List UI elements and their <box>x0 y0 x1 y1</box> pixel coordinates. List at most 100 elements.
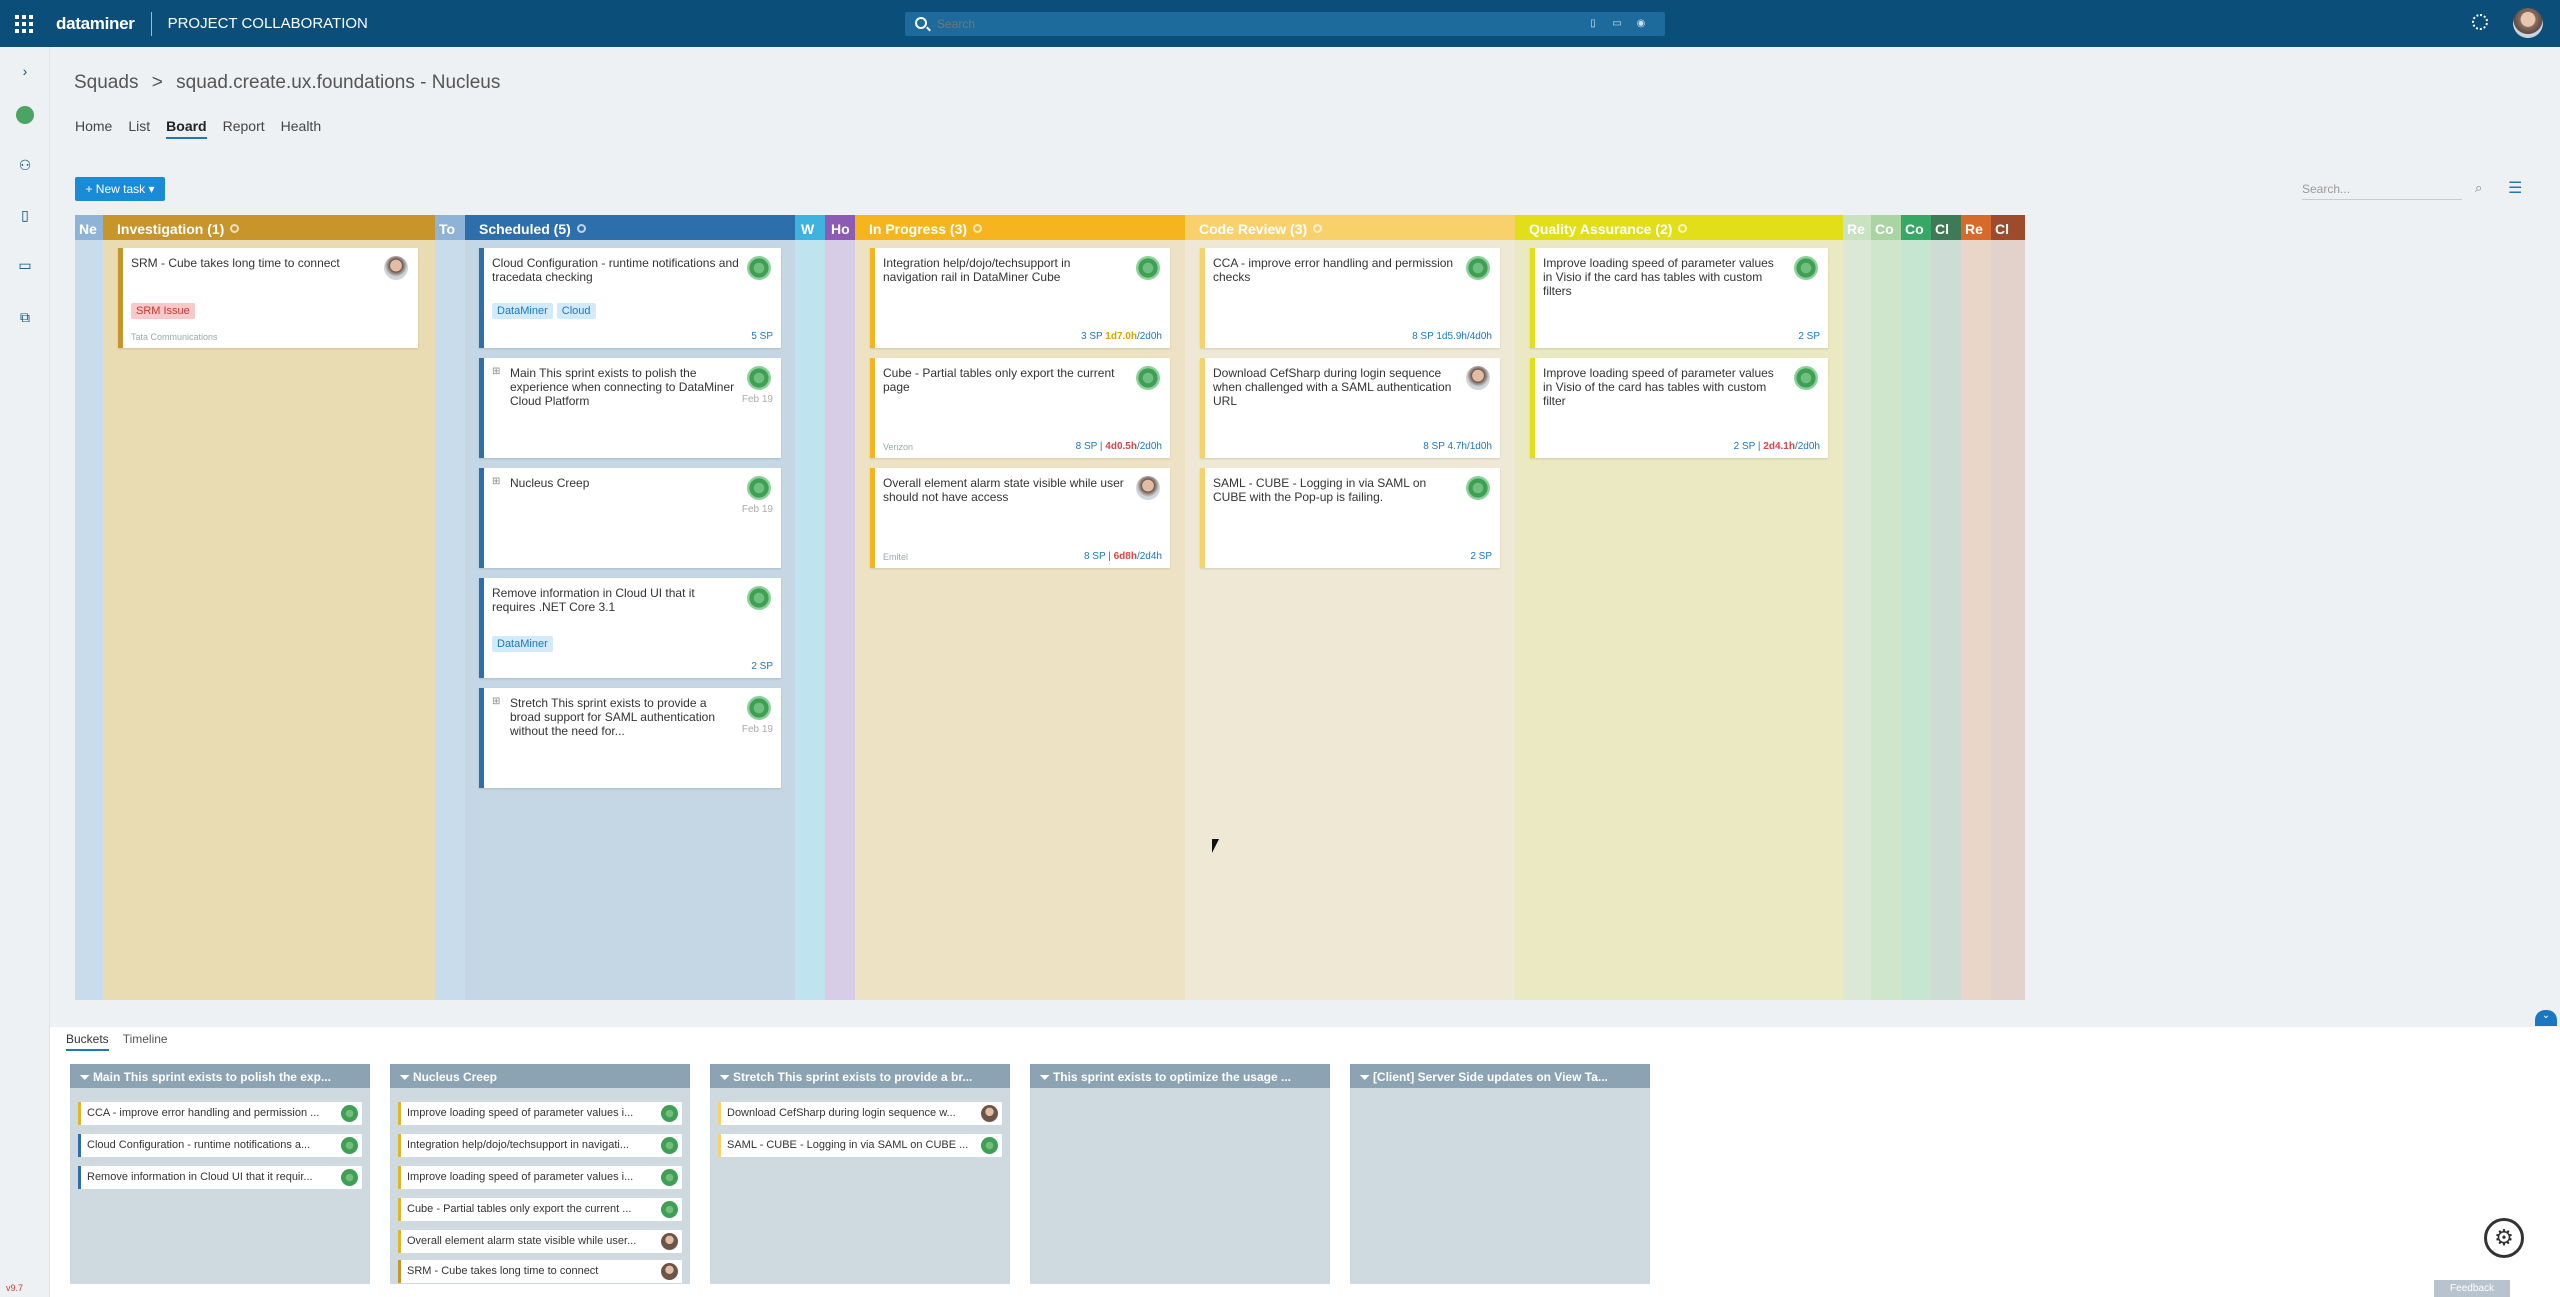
bucket-item[interactable]: SAML - CUBE - Logging in via SAML on CUB… <box>718 1134 1002 1157</box>
time-tracking: 3 SP 1d7.0h/2d0h <box>1081 331 1162 342</box>
task-card[interactable]: CCA - improve error handling and permiss… <box>1200 248 1500 348</box>
filter-settings-icon[interactable]: ☰ <box>2508 178 2528 197</box>
open-folder-icon[interactable]: ▭ <box>1611 18 1623 30</box>
tab-board[interactable]: Board <box>166 118 207 139</box>
user-avatar[interactable] <box>2513 8 2543 38</box>
folder-icon[interactable]: ▭ <box>15 255 35 275</box>
users-icon[interactable]: ⚇ <box>15 155 35 175</box>
bucket-item[interactable]: Cloud Configuration - runtime notificati… <box>78 1134 362 1157</box>
connection-icon[interactable]: ⧉ <box>15 307 35 327</box>
collapsed-column[interactable]: Co <box>1901 215 1931 1000</box>
assignee-avatar <box>1466 256 1490 280</box>
expand-chevron-icon[interactable]: › <box>15 61 35 81</box>
bucket-item[interactable]: Remove information in Cloud UI that it r… <box>78 1166 362 1189</box>
bucket-header[interactable]: ⏷ This sprint exists to optimize the usa… <box>1030 1064 1330 1088</box>
bucket-header[interactable]: ⏷ Main This sprint exists to polish the … <box>70 1064 370 1088</box>
board-search-icon[interactable]: ⌕ <box>2475 180 2489 195</box>
column-header[interactable]: Code Review (3) <box>1185 215 1515 240</box>
bucket-item[interactable]: Cube - Partial tables only export the cu… <box>398 1198 682 1221</box>
bucket-item[interactable]: Improve loading speed of parameter value… <box>398 1102 682 1125</box>
bucket-item[interactable]: SRM - Cube takes long time to connect <box>398 1260 682 1283</box>
assignee-avatar <box>661 1233 678 1250</box>
feedback-button[interactable]: Feedback <box>2434 1280 2510 1297</box>
tab-list[interactable]: List <box>128 118 150 139</box>
column-header[interactable]: Quality Assurance (2) <box>1515 215 1843 240</box>
task-card[interactable]: Download CefSharp during login sequence … <box>1200 358 1500 458</box>
task-card[interactable]: Nucleus Creep ⊞ Feb 19 <box>479 468 781 568</box>
breadcrumb-root[interactable]: Squads <box>74 72 138 93</box>
breadcrumb: Squads > squad.create.ux.foundations - N… <box>74 72 500 94</box>
board-search-input[interactable]: Search... <box>2302 178 2462 200</box>
info-icon[interactable] <box>1678 224 1688 233</box>
card-tags: DataMiner Cloud <box>492 303 600 319</box>
bucket-header[interactable]: ⏷ Stretch This sprint exists to provide … <box>710 1064 1010 1088</box>
tab-home[interactable]: Home <box>75 118 112 139</box>
bucket: ⏷ Nucleus Creep Improve loading speed of… <box>390 1064 690 1284</box>
task-card[interactable]: SRM - Cube takes long time to connect SR… <box>118 248 418 348</box>
column-header[interactable]: Investigation (1) <box>103 215 435 240</box>
tab-report[interactable]: Report <box>223 118 265 139</box>
subtask-icon: ⊞ <box>492 366 501 377</box>
column-title: Quality Assurance (2) <box>1529 221 1673 237</box>
task-card[interactable]: Main This sprint exists to polish the ex… <box>479 358 781 458</box>
task-card[interactable]: Improve loading speed of parameter value… <box>1530 248 1828 348</box>
new-document-icon[interactable]: ▯ <box>1587 18 1599 30</box>
tab-buckets[interactable]: Buckets <box>66 1032 109 1051</box>
tab-health[interactable]: Health <box>281 118 321 139</box>
collapsed-column-label: Cl <box>1991 215 2025 240</box>
info-icon[interactable] <box>576 224 586 233</box>
assignee-avatar <box>341 1137 358 1154</box>
bucket-item-title: Improve loading speed of parameter value… <box>407 1171 634 1183</box>
collapsed-column[interactable]: Ho <box>825 215 855 1000</box>
bucket-item[interactable]: Download CefSharp during login sequence … <box>718 1102 1002 1125</box>
bucket-header[interactable]: ⏷ [Client] Server Side updates on View T… <box>1350 1064 1650 1088</box>
bucket-title: This sprint exists to optimize the usage… <box>1052 1070 1291 1084</box>
column-header[interactable]: In Progress (3) <box>855 215 1185 240</box>
bucket-item[interactable]: Overall element alarm state visible whil… <box>398 1230 682 1253</box>
bucket-header[interactable]: ⏷ Nucleus Creep <box>390 1064 690 1088</box>
story-points: 3 SP <box>1081 331 1103 342</box>
global-search[interactable]: ▯ ▭ ◉ <box>905 12 1665 36</box>
assignee-avatar <box>661 1169 678 1186</box>
assignee-avatar <box>341 1105 358 1122</box>
assignee-avatar <box>661 1105 678 1122</box>
collapse-panel-button[interactable]: ⌄ <box>2535 1010 2557 1026</box>
global-search-input[interactable] <box>937 15 1537 33</box>
task-card[interactable]: Improve loading speed of parameter value… <box>1530 358 1828 458</box>
task-card[interactable]: Cube - Partial tables only export the cu… <box>870 358 1170 458</box>
time-progress: 4.7h/1d0h <box>1447 441 1493 452</box>
tab-timeline[interactable]: Timeline <box>123 1032 168 1051</box>
task-card[interactable]: Stretch This sprint exists to provide a … <box>479 688 781 788</box>
task-card[interactable]: Remove information in Cloud UI that it r… <box>479 578 781 678</box>
time-tracking: 8 SP 1d5.9h/4d0h <box>1412 331 1492 342</box>
collapsed-column[interactable]: W <box>795 215 825 1000</box>
info-icon[interactable] <box>1313 224 1323 233</box>
card-title: Overall element alarm state visible whil… <box>883 476 1124 504</box>
task-card[interactable]: Cloud Configuration - runtime notificati… <box>479 248 781 348</box>
collapsed-column[interactable]: Cl <box>1931 215 1961 1000</box>
card-title: CCA - improve error handling and permiss… <box>1213 256 1454 284</box>
view-icon[interactable]: ◉ <box>1635 18 1647 30</box>
assignee-avatar <box>1794 366 1818 390</box>
bucket-item-title: SRM - Cube takes long time to connect <box>407 1265 599 1277</box>
column-header[interactable]: Scheduled (5) <box>465 215 795 240</box>
task-card[interactable]: SAML - CUBE - Logging in via SAML on CUB… <box>1200 468 1500 568</box>
task-card[interactable]: Overall element alarm state visible whil… <box>870 468 1170 568</box>
collapsed-column[interactable]: Cl <box>1991 215 2025 1000</box>
collapsed-column[interactable]: Re <box>1961 215 1991 1000</box>
document-icon[interactable]: ▯ <box>15 205 35 225</box>
info-icon[interactable] <box>973 224 983 233</box>
info-icon[interactable] <box>230 224 240 233</box>
bucket-item[interactable]: CCA - improve error handling and permiss… <box>78 1102 362 1125</box>
new-task-button[interactable]: + New task ▾ <box>75 177 165 201</box>
bucket-item[interactable]: Integration help/dojo/techsupport in nav… <box>398 1134 682 1157</box>
bucket-item[interactable]: Improve loading speed of parameter value… <box>398 1166 682 1189</box>
collapsed-column[interactable]: Ne <box>75 215 103 1000</box>
task-card[interactable]: Integration help/dojo/techsupport in nav… <box>870 248 1170 348</box>
collapsed-column[interactable]: Co <box>1871 215 1901 1000</box>
settings-gear-icon[interactable]: ⚙ <box>2484 1218 2524 1258</box>
status-dot-icon[interactable] <box>16 106 34 124</box>
apps-grid-icon[interactable] <box>12 12 36 36</box>
collapsed-column[interactable]: Re <box>1843 215 1871 1000</box>
collapsed-column[interactable]: To <box>435 215 465 1000</box>
